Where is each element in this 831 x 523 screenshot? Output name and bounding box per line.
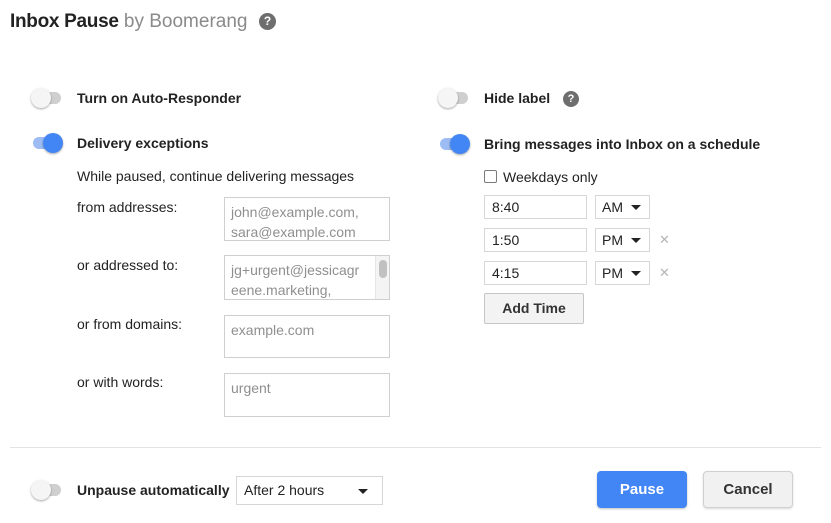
from-addresses-line-1: john@example.com,	[231, 204, 359, 220]
toggle-knob	[450, 134, 470, 154]
scrollbar-thumb[interactable]	[379, 260, 387, 278]
from-addresses-label: from addresses:	[77, 199, 178, 215]
delivery-exceptions-label: Delivery exceptions	[77, 135, 209, 151]
add-time-button[interactable]: Add Time	[484, 293, 584, 324]
brand-byline: by Boomerang	[123, 11, 248, 32]
cancel-button[interactable]: Cancel	[703, 471, 793, 508]
chevron-down-icon	[631, 238, 641, 243]
remove-time-3-icon[interactable]: ✕	[659, 266, 670, 280]
with-words-field[interactable]: urgent	[224, 373, 390, 417]
period-select-1[interactable]: AM	[595, 195, 650, 219]
auto-responder-toggle[interactable]	[31, 88, 61, 108]
time-input-1[interactable]: 8:40	[484, 195, 587, 219]
hide-label-help-icon[interactable]: ?	[563, 91, 579, 107]
hide-label-toggle[interactable]	[438, 88, 468, 108]
period-value-1: AM	[602, 199, 623, 215]
with-words-placeholder: urgent	[231, 380, 271, 396]
toggle-knob	[31, 480, 51, 500]
chevron-down-icon	[358, 489, 368, 494]
from-addresses-line-2: sara@example.com	[231, 224, 356, 240]
delivery-exceptions-description: While paused, continue delivering messag…	[77, 168, 355, 184]
remove-time-2-icon[interactable]: ✕	[659, 233, 670, 247]
delivery-exceptions-toggle[interactable]	[31, 133, 63, 153]
addressed-to-line-2: eene.marketing,	[231, 282, 332, 298]
with-words-label: or with words:	[77, 374, 164, 390]
hide-label-label: Hide label	[484, 90, 551, 106]
schedule-toggle[interactable]	[438, 134, 470, 154]
toggle-knob	[438, 88, 458, 108]
auto-responder-label: Turn on Auto-Responder	[77, 90, 242, 106]
period-select-3[interactable]: PM	[595, 261, 650, 285]
from-domains-label: or from domains:	[77, 316, 183, 332]
addressed-to-label: or addressed to:	[77, 257, 179, 273]
period-value-3: PM	[602, 265, 623, 281]
from-addresses-field[interactable]: john@example.com, sara@example.com	[224, 197, 390, 241]
from-domains-placeholder: example.com	[231, 322, 315, 338]
unpause-automatically-toggle[interactable]	[31, 480, 61, 500]
weekdays-only-label: Weekdays only	[503, 169, 598, 185]
brand-name: Inbox Pause	[10, 11, 119, 32]
unpause-duration-select[interactable]: After 2 hours	[236, 476, 383, 505]
addressed-to-line-1: jg+urgent@jessicagr	[231, 262, 360, 278]
period-select-2[interactable]: PM	[595, 228, 650, 252]
chevron-down-icon	[631, 271, 641, 276]
addressed-to-scrollbar[interactable]	[375, 256, 389, 299]
unpause-automatically-label: Unpause automatically	[77, 482, 230, 498]
toggle-knob	[31, 88, 51, 108]
time-input-3[interactable]: 4:15	[484, 261, 587, 285]
chevron-down-icon	[631, 205, 641, 210]
help-icon[interactable]: ?	[259, 13, 276, 30]
from-domains-field[interactable]: example.com	[224, 315, 390, 358]
schedule-label: Bring messages into Inbox on a schedule	[484, 136, 761, 152]
pause-button[interactable]: Pause	[597, 471, 687, 508]
addressed-to-field[interactable]: jg+urgent@jessicagr eene.marketing,	[224, 255, 390, 300]
toggle-knob	[43, 133, 63, 153]
time-input-2[interactable]: 1:50	[484, 228, 587, 252]
unpause-duration-value: After 2 hours	[244, 482, 325, 498]
weekdays-only-checkbox[interactable]	[484, 170, 497, 183]
period-value-2: PM	[602, 232, 623, 248]
footer-divider	[10, 447, 821, 448]
page-title: Inbox Pause by Boomerang	[10, 10, 247, 34]
